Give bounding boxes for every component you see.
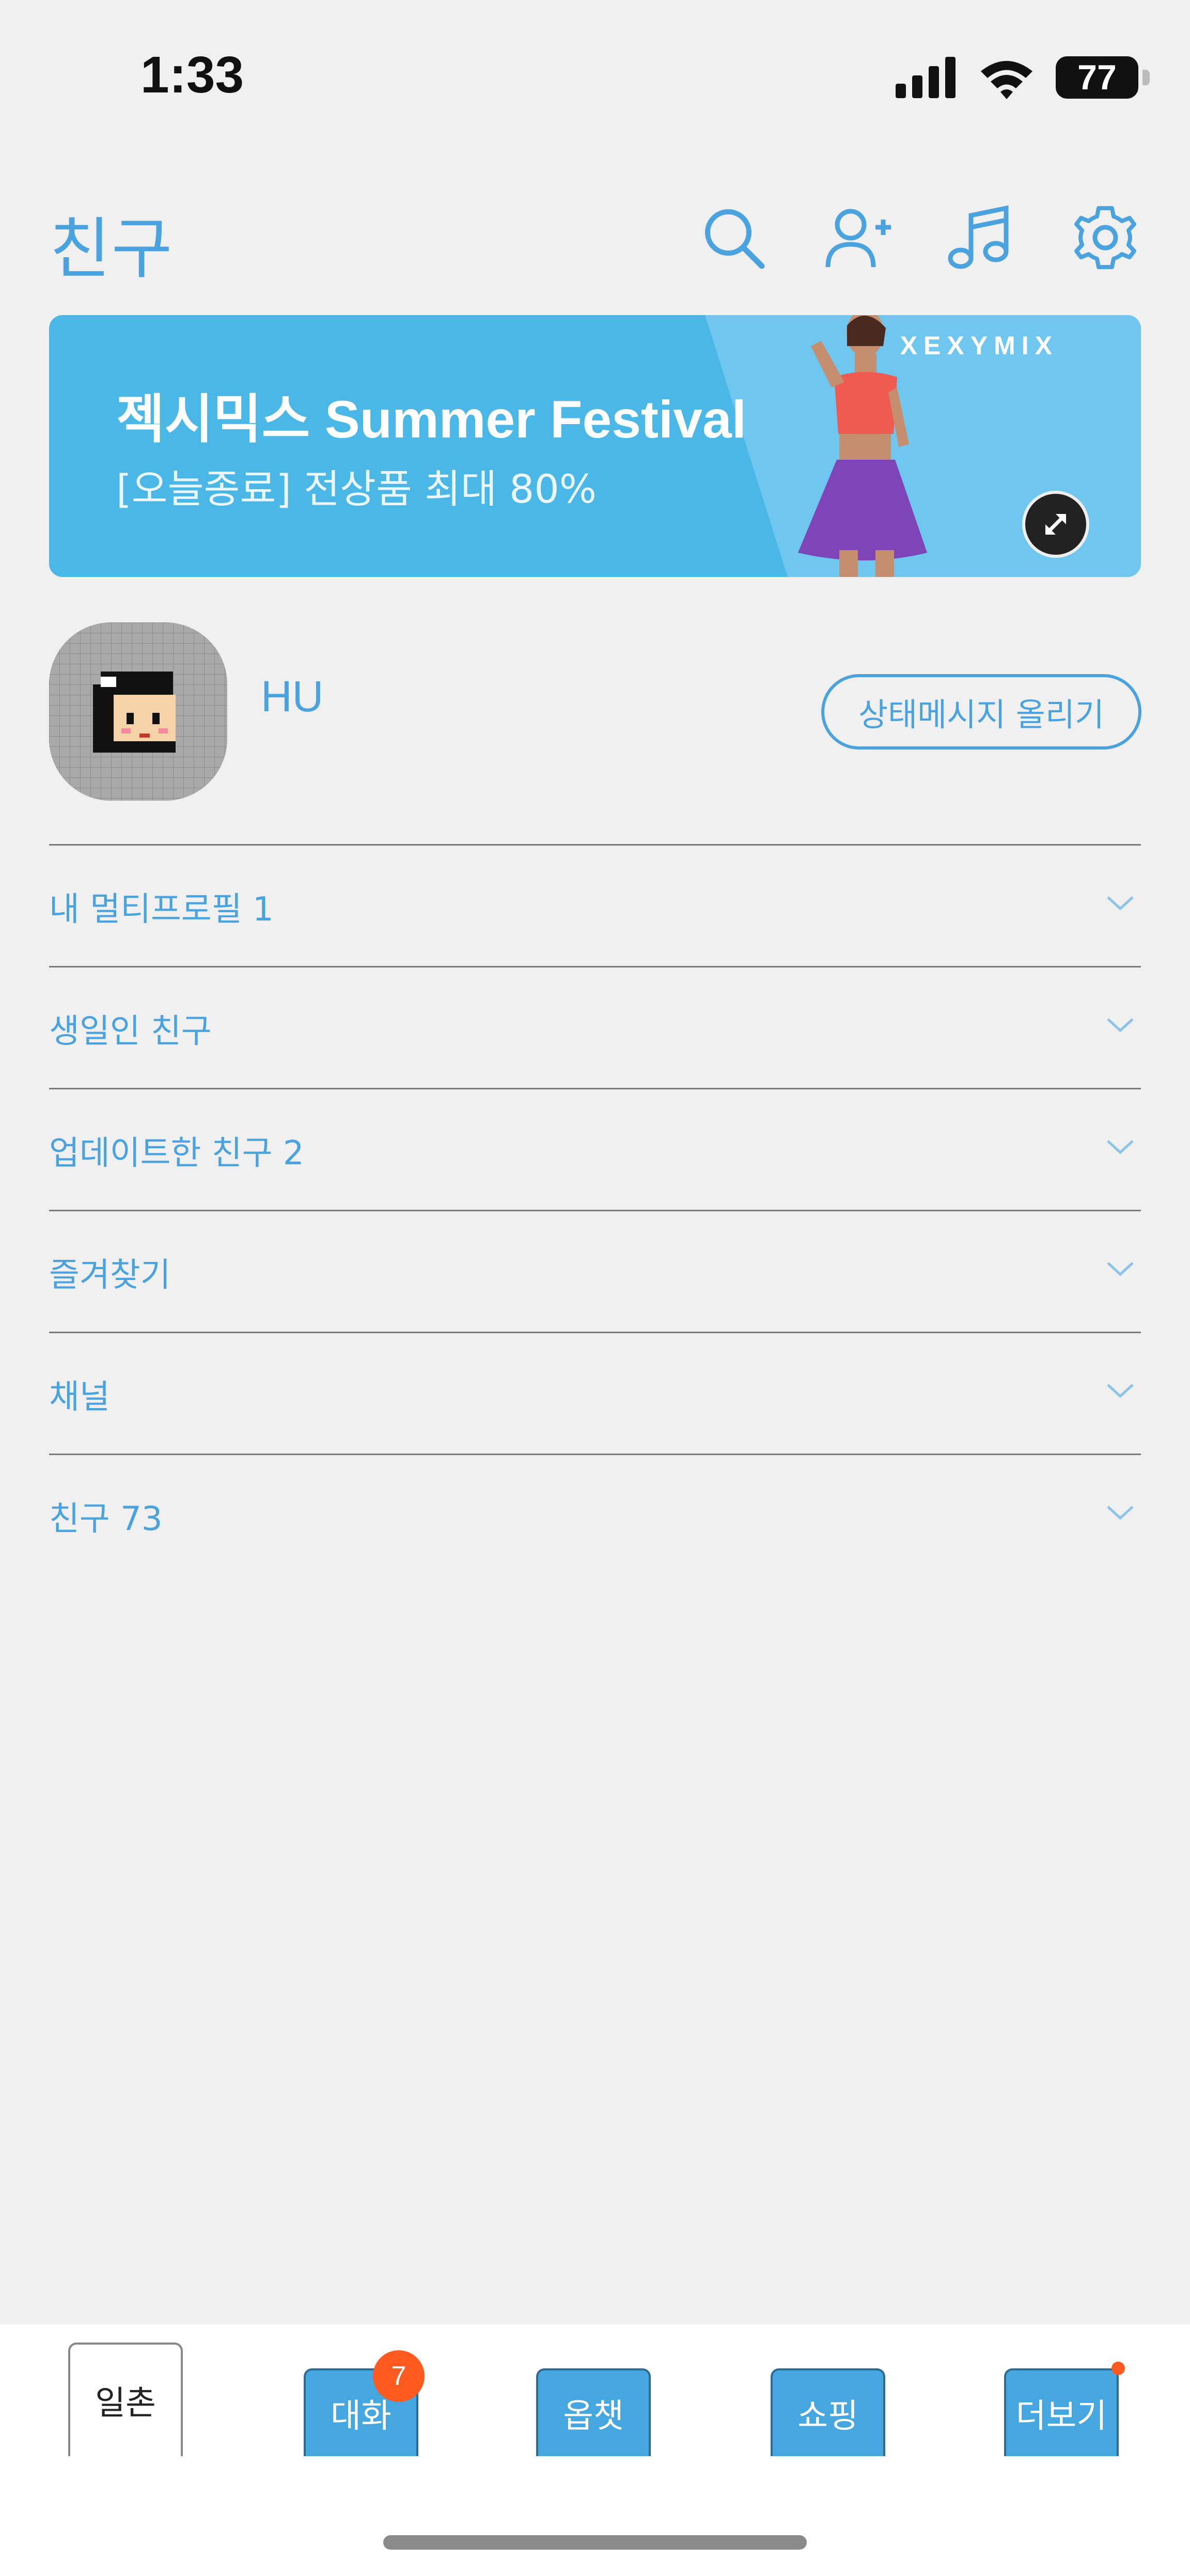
tab-openchat[interactable]: 옵챗: [536, 2368, 651, 2456]
status-time: 1:33: [140, 46, 244, 104]
section-label: 업데이트한 친구 2: [49, 1134, 304, 1173]
promo-banner[interactable]: XEXYMIX 젝시믹스 Summer Festival [오늘종료] 전상품 …: [49, 315, 1141, 577]
section-channels[interactable]: 채널: [49, 1333, 1141, 1453]
section-label: 채널: [49, 1378, 110, 1416]
page-title: 친구: [50, 211, 174, 288]
cellular-signal-icon: [896, 57, 956, 98]
more-notification-dot: [1111, 2362, 1125, 2375]
section-label: 생일인 친구: [49, 1012, 212, 1051]
chevron-down-icon: [1107, 1018, 1134, 1033]
section-friends[interactable]: 친구 73: [49, 1455, 1141, 1575]
tab-more[interactable]: 더보기: [1004, 2368, 1119, 2456]
search-icon[interactable]: [700, 204, 767, 271]
section-favorites[interactable]: 즐겨찾기: [49, 1211, 1141, 1331]
banner-title: 젝시믹스 Summer Festival: [116, 390, 747, 449]
avatar[interactable]: [49, 622, 227, 801]
tab-ilchon[interactable]: 일촌: [68, 2343, 183, 2456]
profile-name[interactable]: HU: [261, 672, 323, 722]
chevron-down-icon: [1107, 1384, 1134, 1398]
battery-level: 77: [1077, 58, 1117, 97]
battery-tip: [1142, 70, 1150, 85]
home-indicator[interactable]: [383, 2535, 807, 2550]
section-label: 내 멀티프로필 1: [49, 891, 274, 929]
banner-brand: XEXYMIX: [900, 331, 1058, 360]
battery-indicator: 77: [1056, 56, 1150, 99]
section-label: 즐겨찾기: [49, 1256, 171, 1294]
add-friend-icon[interactable]: [824, 204, 891, 271]
status-icons: 77: [896, 52, 1150, 103]
pixel-avatar-image: [49, 622, 227, 801]
section-label: 친구 73: [49, 1500, 163, 1538]
chevron-down-icon: [1107, 1140, 1134, 1154]
status-message-button[interactable]: 상태메시지 올리기: [821, 674, 1141, 750]
chevron-down-icon: [1107, 1262, 1134, 1276]
section-birthday-friends[interactable]: 생일인 친구: [49, 967, 1141, 1087]
tab-shopping[interactable]: 쇼핑: [771, 2368, 885, 2456]
banner-subtitle: [오늘종료] 전상품 최대 80%: [116, 466, 597, 512]
chevron-down-icon: [1107, 896, 1134, 911]
section-multiprofile[interactable]: 내 멀티프로필 1: [49, 846, 1141, 965]
chevron-down-icon: [1107, 1506, 1134, 1520]
music-icon[interactable]: [945, 204, 1012, 271]
chat-unread-badge: 7: [373, 2350, 425, 2402]
expand-icon: [1045, 514, 1066, 535]
settings-icon[interactable]: [1072, 204, 1139, 271]
section-updated-friends[interactable]: 업데이트한 친구 2: [49, 1089, 1141, 1209]
expand-button[interactable]: [1022, 491, 1089, 558]
wifi-icon: [981, 61, 1032, 99]
